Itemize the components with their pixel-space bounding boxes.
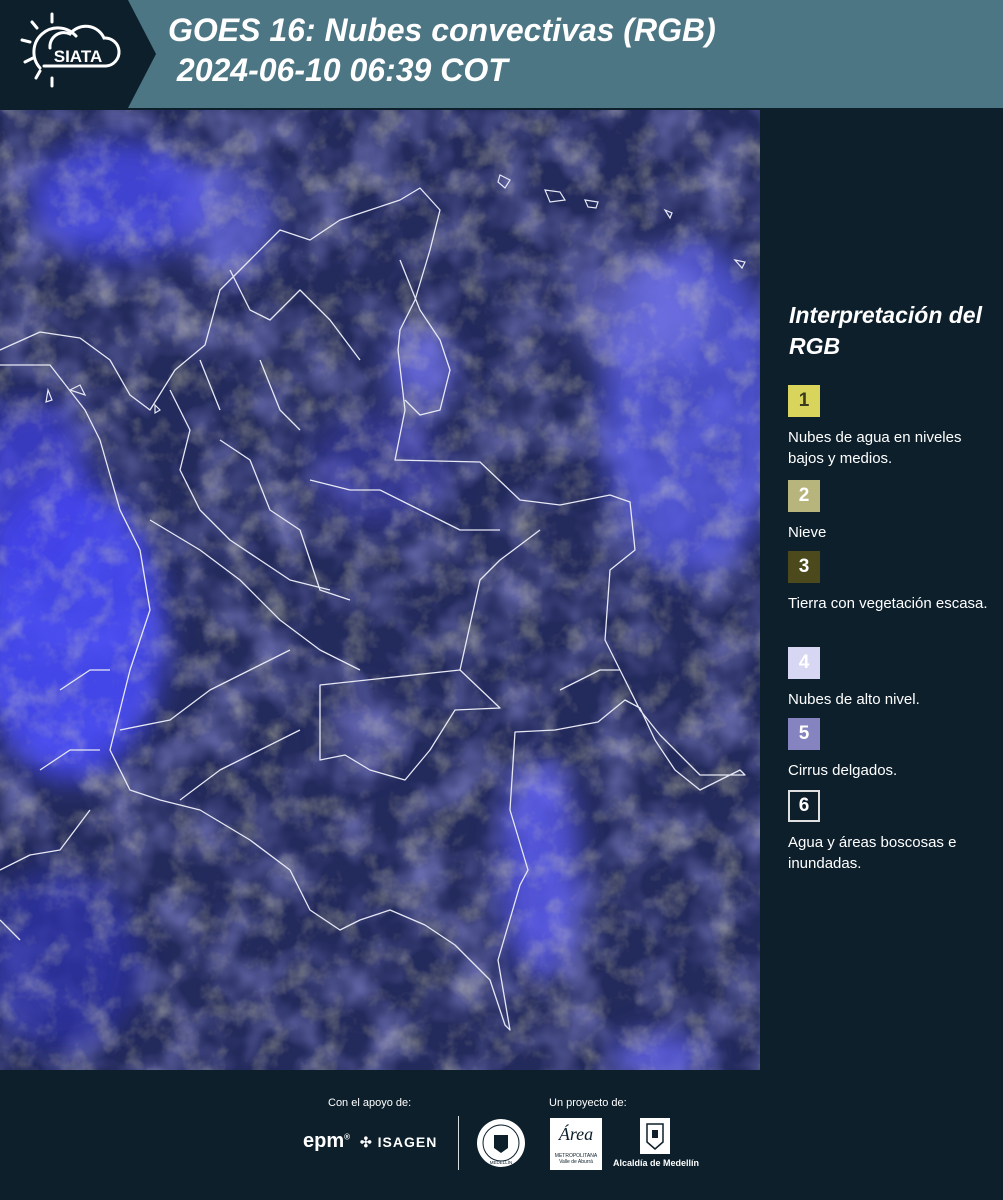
alcaldia-label: Alcaldía de Medellín	[613, 1158, 700, 1168]
legend-item: 5 Cirrus delgados.	[788, 718, 998, 781]
legend-item: 1 Nubes de agua en niveles bajos y medios…	[788, 385, 998, 469]
legend-item: 3 Tierra con vegetación escasa.	[788, 551, 998, 614]
siata-logo: SIATA	[0, 0, 158, 108]
legend-description: Nieve	[788, 524, 827, 541]
project-label: Un proyecto de:	[549, 1097, 627, 1109]
svg-text:MEDELLÍN: MEDELLÍN	[490, 1159, 513, 1165]
footer-divider	[458, 1116, 459, 1170]
legend-swatch: 6	[788, 790, 820, 822]
footer: Con el apoyo de: Un proyecto de: epm® ✣ …	[0, 1070, 1003, 1200]
alcaldia-crest-icon	[640, 1118, 670, 1154]
isagen-logo: ✣ ISAGEN	[360, 1134, 438, 1150]
legend-item: 6 Agua y áreas boscosas e inundadas.	[788, 790, 998, 874]
isagen-star-icon: ✣	[360, 1134, 373, 1150]
area-metropolitana-logo: Área METROPOLITANA Valle de Aburrá	[550, 1118, 602, 1170]
header-bar: SIATA GOES 16: Nubes convectivas (RGB) 2…	[0, 0, 1003, 108]
legend-swatch: 5	[788, 718, 820, 750]
legend-panel: Interpretación del RGB 1 Nubes de agua en…	[760, 110, 1003, 1070]
legend-description: Cirrus delgados.	[788, 762, 898, 779]
legend-swatch: 3	[788, 551, 820, 583]
svg-text:SIATA: SIATA	[54, 47, 102, 66]
legend-swatch: 2	[788, 480, 820, 512]
legend-swatch: 1	[788, 385, 820, 417]
legend-swatch: 4	[788, 647, 820, 679]
legend-item: 4 Nubes de alto nivel.	[788, 647, 998, 710]
legend-description: Nubes de alto nivel.	[788, 691, 920, 708]
satellite-map[interactable]	[0, 110, 760, 1070]
legend-item: 2 Nieve	[788, 480, 998, 543]
medellin-seal: MEDELLÍN	[476, 1118, 526, 1168]
legend-description: Nubes de agua en niveles bajos y medios.	[788, 429, 962, 467]
legend-description: Agua y áreas boscosas e inundadas.	[788, 834, 957, 872]
title-line-1: GOES 16: Nubes convectivas (RGB)	[168, 12, 716, 48]
epm-logo: epm®	[303, 1130, 351, 1152]
legend-title: Interpretación del RGB	[789, 302, 982, 359]
legend-description: Tierra con vegetación escasa.	[788, 595, 988, 612]
low-cloud-specks	[0, 110, 760, 1070]
support-label: Con el apoyo de:	[328, 1097, 412, 1109]
page-title: GOES 16: Nubes convectivas (RGB) 2024-06…	[168, 10, 716, 90]
title-line-2: 2024-06-10 06:39 COT	[168, 52, 508, 88]
